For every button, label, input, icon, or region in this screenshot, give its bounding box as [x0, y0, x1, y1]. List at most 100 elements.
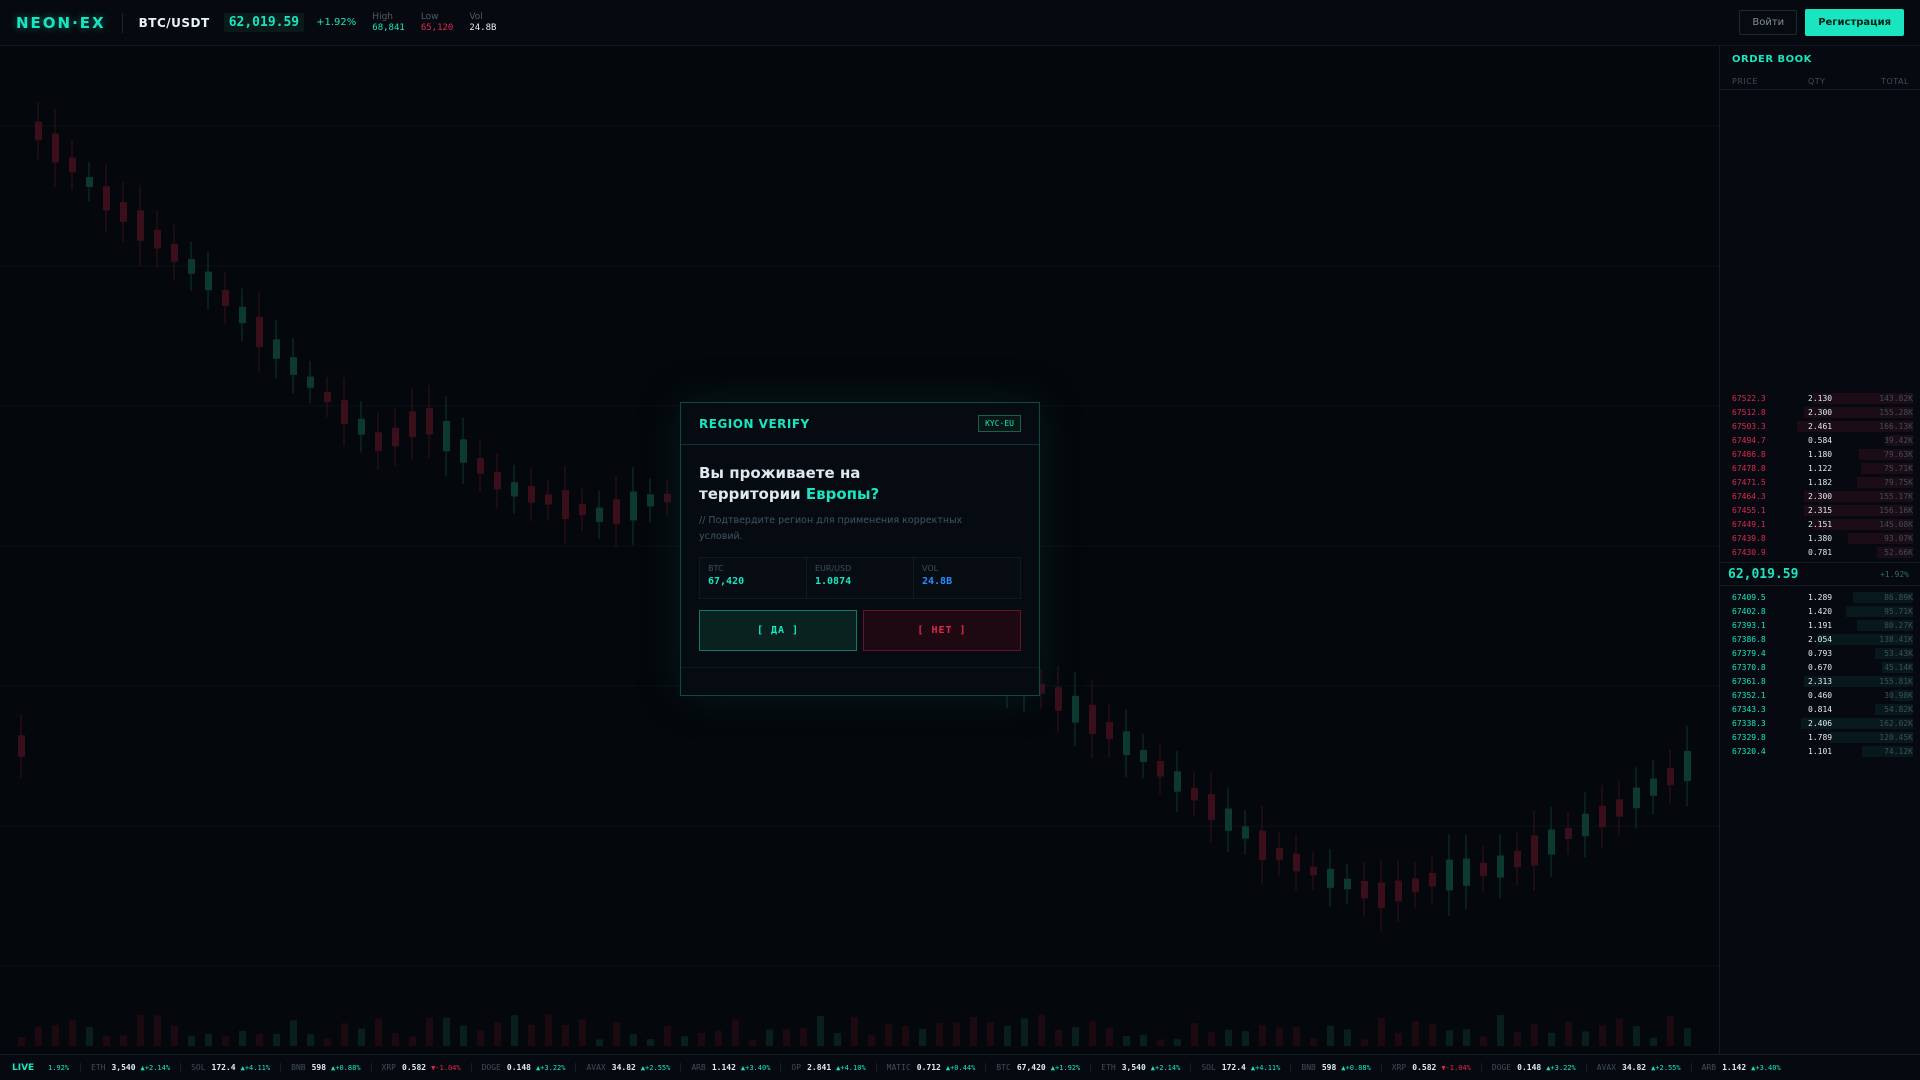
- register-button[interactable]: Регистрация: [1805, 9, 1904, 36]
- ticker-item[interactable]: ARB 1.142 ▲+3.40%: [1690, 1063, 1791, 1072]
- bid-total: 53.43K: [1884, 649, 1913, 658]
- ticker-item[interactable]: ETH 3,540 ▲+2.14%: [80, 1063, 180, 1072]
- stat-low-label: Low: [420, 11, 439, 22]
- bid-total: 162.02K: [1879, 719, 1913, 728]
- volume-bar: [613, 1021, 620, 1046]
- ticker-item[interactable]: XRP 0.582 ▼-1.04%: [370, 1063, 471, 1072]
- volume-bar: [885, 1024, 892, 1046]
- ticker-item[interactable]: DOGE 0.148 ▲+3.22%: [470, 1063, 576, 1072]
- ticker-item[interactable]: DOGE 0.148 ▲+3.22%: [1480, 1063, 1586, 1072]
- ticker-item[interactable]: OP 2.841 ▲+4.10%: [780, 1063, 875, 1072]
- bid-row[interactable]: 67343.3 0.814 54.82K: [1732, 703, 1913, 716]
- ask-row[interactable]: 67478.8 1.122 75.71K: [1732, 462, 1913, 475]
- bid-row[interactable]: 67338.3 2.406 162.02K: [1732, 717, 1913, 730]
- volume-bar: [188, 1035, 195, 1046]
- ask-row[interactable]: 67455.1 2.315 156.16K: [1732, 504, 1913, 517]
- ticker-item[interactable]: ETH 3,540 ▲+2.14%: [1090, 1063, 1190, 1072]
- volume-bar: [1310, 1038, 1317, 1046]
- bid-row[interactable]: 67379.4 0.793 53.43K: [1732, 647, 1913, 660]
- volume-bar: [630, 1034, 637, 1046]
- bid-row[interactable]: 67361.8 2.313 155.81K: [1732, 675, 1913, 688]
- candle-body: [1463, 858, 1470, 886]
- login-button[interactable]: Войти: [1739, 10, 1798, 35]
- ticker-item[interactable]: SOL 172.4 ▲+4.11%: [1190, 1063, 1290, 1072]
- volume-bar: [375, 1018, 382, 1046]
- ticker-symbol: BTC: [996, 1063, 1011, 1072]
- volume-bar: [953, 1022, 960, 1046]
- col-price: PRICE: [1732, 77, 1758, 86]
- candle-body: [1599, 805, 1606, 828]
- header-actions: Войти Регистрация: [1739, 9, 1904, 36]
- ask-row[interactable]: 67494.7 0.584 39.42K: [1732, 434, 1913, 447]
- volume-bar: [970, 1016, 977, 1046]
- modal-stat-value: 67,420: [708, 576, 745, 587]
- ticker-item[interactable]: MATIC 0.712 ▲+0.44%: [875, 1063, 986, 1072]
- ticker-symbol: DOGE: [1491, 1063, 1512, 1072]
- ticker-item[interactable]: BNB 598 ▲+0.88%: [280, 1063, 370, 1072]
- ticker-item[interactable]: ARB 1.142 ▲+3.40%: [680, 1063, 780, 1072]
- ticker-item[interactable]: XRP 0.582 ▼-1.04%: [1380, 1063, 1481, 1072]
- candle-body: [86, 177, 93, 187]
- volume-bar: [1208, 1032, 1215, 1046]
- mid-price: 62,019.59: [1728, 567, 1799, 582]
- volume-bar: [1480, 1036, 1487, 1046]
- ticker-value: 598: [311, 1063, 327, 1072]
- volume-bar: [1259, 1025, 1266, 1046]
- bid-row[interactable]: 67352.1 0.460 30.98K: [1732, 689, 1913, 702]
- volume-bar: [732, 1019, 739, 1046]
- ticker-value: 172.4: [1221, 1063, 1246, 1072]
- volume-bar: [766, 1029, 773, 1046]
- ask-row[interactable]: 67430.9 0.781 52.66K: [1732, 546, 1913, 559]
- trading-pair[interactable]: BTC/USDT: [139, 16, 210, 30]
- ask-row[interactable]: 67512.8 2.300 155.28K: [1732, 406, 1913, 419]
- ticker-item[interactable]: AVAX 34.82 ▲+2.55%: [575, 1063, 680, 1072]
- ticker-symbol: ETH: [1101, 1063, 1116, 1072]
- ticker-symbol: XRP: [1391, 1063, 1407, 1072]
- ticker-value: 0.582: [1412, 1063, 1437, 1072]
- ask-row[interactable]: 67449.1 2.151 145.08K: [1732, 518, 1913, 531]
- ask-row[interactable]: 67471.5 1.182 79.75K: [1732, 476, 1913, 489]
- candle-body: [69, 157, 76, 173]
- order-book: ORDER BOOK PRICE QTY TOTAL 67522.3 2.130 1…: [1719, 46, 1920, 1054]
- modal-stat-btc: BTC 67,420: [700, 558, 807, 598]
- ticker-item[interactable]: BTC 67,420 ▲+1.92%: [985, 1063, 1090, 1072]
- candle-body: [1344, 878, 1351, 890]
- bid-row[interactable]: 67409.5 1.289 86.89K: [1732, 591, 1913, 604]
- yes-button[interactable]: [ ДА ]: [699, 610, 857, 651]
- ticker-item[interactable]: SOL 172.4 ▲+4.11%: [180, 1063, 280, 1072]
- bid-row[interactable]: 67402.8 1.420 95.71K: [1732, 605, 1913, 618]
- ask-row[interactable]: 67486.8 1.180 79.63K: [1732, 448, 1913, 461]
- ticker-value: 34.82: [1622, 1063, 1647, 1072]
- volume-bar: [1514, 1031, 1521, 1046]
- volume-bar: [1021, 1018, 1028, 1046]
- ask-row[interactable]: 67522.3 2.130 143.82K: [1732, 392, 1913, 405]
- bid-price: 67352.1: [1732, 691, 1766, 700]
- ticker-symbol: MATIC: [886, 1063, 911, 1072]
- price-change: +1.92%: [316, 17, 357, 28]
- bid-row[interactable]: 67329.8 1.789 120.45K: [1732, 731, 1913, 744]
- candle-body: [409, 411, 416, 438]
- candle-body: [154, 229, 161, 249]
- ticker-item[interactable]: BNB 598 ▲+0.88%: [1290, 1063, 1380, 1072]
- ticker-change: ▲+4.11%: [240, 1064, 271, 1072]
- logo[interactable]: NEON·EX: [16, 14, 106, 32]
- volume-bar: [1429, 1023, 1436, 1046]
- volume-bar: [239, 1030, 246, 1046]
- bid-row[interactable]: 67370.8 0.670 45.14K: [1732, 661, 1913, 674]
- bid-row[interactable]: 67393.1 1.191 80.27K: [1732, 619, 1913, 632]
- bid-row[interactable]: 67320.4 1.101 74.12K: [1732, 745, 1913, 758]
- ticker-symbol: XRP: [381, 1063, 396, 1072]
- volume-bar: [817, 1015, 824, 1046]
- bid-row[interactable]: 67386.8 2.054 138.41K: [1732, 633, 1913, 646]
- ask-row[interactable]: 67439.8 1.380 93.07K: [1732, 532, 1913, 545]
- ask-row[interactable]: 67464.3 2.300 155.17K: [1732, 490, 1913, 503]
- bid-price: 67329.8: [1732, 733, 1766, 742]
- candle-body: [52, 133, 59, 163]
- volume-bar: [426, 1017, 433, 1046]
- no-button[interactable]: [ НЕТ ]: [863, 610, 1021, 651]
- ticker-change: ▲+2.55%: [1651, 1064, 1681, 1072]
- ask-row[interactable]: 67503.3 2.461 166.13K: [1732, 420, 1913, 433]
- ticker-change: ▲+4.11%: [1250, 1064, 1281, 1072]
- ticker-item[interactable]: AVAX 34.82 ▲+2.55%: [1585, 1063, 1691, 1072]
- ask-total: 156.16K: [1879, 506, 1913, 515]
